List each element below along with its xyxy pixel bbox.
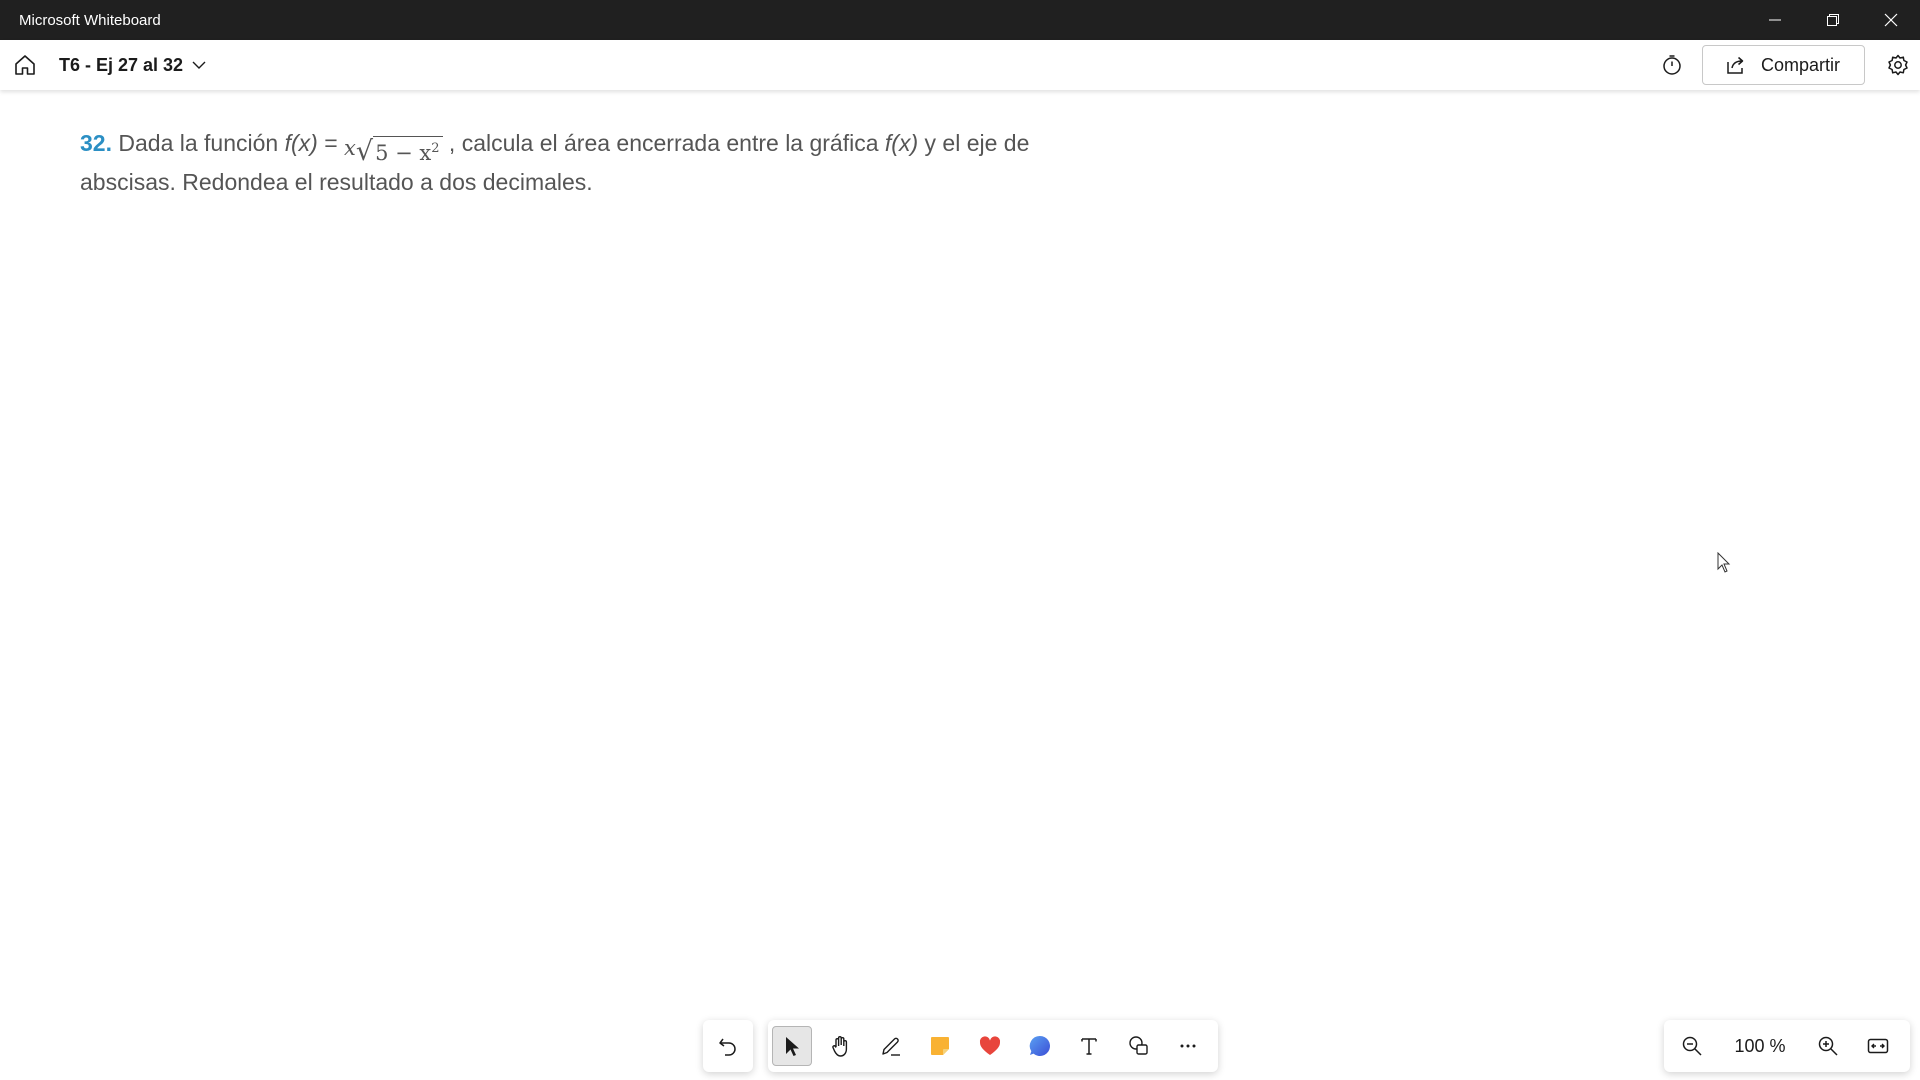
radical-sign: √ <box>355 136 374 167</box>
shapes-icon <box>1128 1036 1148 1055</box>
select-tool[interactable] <box>772 1026 812 1066</box>
heart-icon <box>979 1036 1001 1055</box>
expression-x: x <box>344 136 356 160</box>
pen-icon <box>882 1037 900 1056</box>
fit-to-screen-icon <box>1867 1038 1889 1054</box>
function-fx-2: f(x) <box>884 130 919 156</box>
share-label: Compartir <box>1761 54 1841 75</box>
pan-tool[interactable] <box>822 1026 862 1066</box>
restore-button[interactable] <box>1804 0 1862 40</box>
gear-icon <box>1888 54 1908 76</box>
pointer-icon <box>785 1037 799 1056</box>
home-icon <box>15 55 35 75</box>
settings-button[interactable] <box>1881 48 1915 82</box>
minimize-icon <box>1769 19 1781 21</box>
more-tool[interactable] <box>1168 1026 1208 1066</box>
timer-icon <box>1663 55 1681 75</box>
mouse-cursor-icon <box>1717 552 1731 573</box>
pen-tool[interactable] <box>871 1026 911 1066</box>
sticky-note-tool[interactable] <box>921 1026 961 1066</box>
minimize-button[interactable] <box>1746 0 1804 40</box>
problem-text-middle: , calcula el área encerrada entre la grá… <box>442 130 885 156</box>
zoom-out-button[interactable] <box>1672 1026 1712 1066</box>
home-button[interactable] <box>11 51 39 79</box>
comment-icon <box>1029 1035 1050 1056</box>
undo-palette <box>703 1020 753 1072</box>
whiteboard-canvas[interactable]: 32. Dada la función f(x) = x √ 5 − x2 , ca… <box>0 90 1920 1080</box>
text-tool[interactable] <box>1069 1026 1109 1066</box>
window-controls <box>1746 0 1920 40</box>
app-title: Microsoft Whiteboard <box>19 11 161 29</box>
close-button[interactable] <box>1862 0 1920 40</box>
exponent: 2 <box>431 141 440 156</box>
zoom-out-icon <box>1682 1036 1702 1056</box>
chevron-down-icon <box>191 57 207 73</box>
restore-icon <box>1827 14 1839 26</box>
reactions-tool[interactable] <box>970 1026 1010 1066</box>
undo-icon <box>719 1038 736 1056</box>
problem-text-before: Dada la función <box>111 130 285 156</box>
problem-number: 32. <box>80 130 112 156</box>
undo-button[interactable] <box>708 1026 748 1066</box>
timer-button[interactable] <box>1656 49 1688 81</box>
fit-to-screen-button[interactable] <box>1858 1026 1898 1066</box>
more-icon <box>1180 1044 1196 1048</box>
close-icon <box>1884 13 1898 27</box>
zoom-level[interactable]: 100 % <box>1712 1036 1808 1057</box>
app-toolbar: T6 - Ej 27 al 32 Compartir <box>0 40 1920 90</box>
zoom-in-button[interactable] <box>1808 1026 1848 1066</box>
tool-palette <box>768 1020 1218 1072</box>
function-expression: x √ 5 − x2 <box>344 131 443 165</box>
share-button[interactable]: Compartir <box>1702 45 1865 85</box>
text-icon <box>1081 1038 1097 1055</box>
board-title-dropdown[interactable]: T6 - Ej 27 al 32 <box>59 55 207 76</box>
zoom-in-icon <box>1818 1036 1838 1056</box>
equals-sign: = <box>317 130 345 156</box>
sticky-note-icon <box>931 1037 950 1055</box>
radicand: 5 − x2 <box>373 136 443 165</box>
share-icon <box>1725 54 1747 76</box>
zoom-palette: 100 % <box>1664 1020 1910 1072</box>
function-fx: f(x) <box>284 130 318 156</box>
shapes-tool[interactable] <box>1119 1026 1159 1066</box>
title-bar: Microsoft Whiteboard <box>0 0 1920 40</box>
comment-tool[interactable] <box>1020 1026 1060 1066</box>
radicand-text: 5 − x <box>375 141 432 165</box>
board-title: T6 - Ej 27 al 32 <box>59 54 184 75</box>
hand-icon <box>832 1036 848 1057</box>
problem-text-block[interactable]: 32. Dada la función f(x) = x √ 5 − x2 , ca… <box>80 126 1080 199</box>
